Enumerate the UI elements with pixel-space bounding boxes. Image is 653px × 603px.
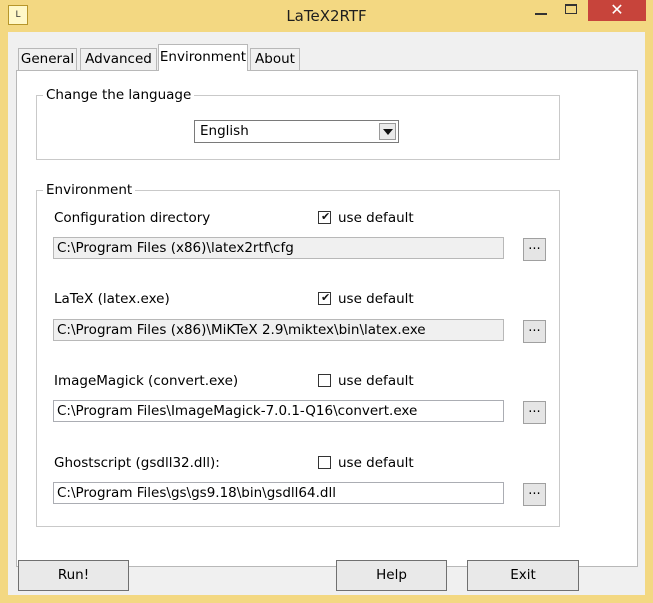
language-group: Change the language English bbox=[36, 87, 560, 160]
config-dir-use-default-checkbox[interactable]: ✔ bbox=[318, 211, 331, 224]
latex-browse-button[interactable]: ... bbox=[523, 320, 546, 343]
imagemagick-use-default-label: use default bbox=[338, 373, 414, 389]
ghostscript-use-default-label: use default bbox=[338, 455, 414, 471]
minimize-icon bbox=[535, 13, 547, 15]
exit-button[interactable]: Exit bbox=[467, 560, 579, 591]
checkmark-icon: ✔ bbox=[321, 291, 331, 304]
imagemagick-browse-button[interactable]: ... bbox=[523, 401, 546, 424]
language-selected-value: English bbox=[200, 123, 249, 139]
environment-group: Environment Configuration directory ✔ us… bbox=[36, 182, 560, 527]
imagemagick-label: ImageMagick (convert.exe) bbox=[54, 373, 239, 389]
config-dir-browse-button[interactable]: ... bbox=[523, 238, 546, 261]
maximize-button[interactable] bbox=[558, 0, 586, 21]
language-group-title: Change the language bbox=[43, 87, 195, 103]
imagemagick-path-field[interactable]: C:\Program Files\ImageMagick-7.0.1-Q16\c… bbox=[53, 400, 504, 422]
environment-panel: Change the language English Environment … bbox=[16, 70, 638, 567]
title-bar[interactable]: L LaTeX2RTF ✕ bbox=[0, 0, 653, 32]
latex-path-field[interactable]: C:\Program Files (x86)\MiKTeX 2.9\miktex… bbox=[53, 319, 504, 341]
tab-advanced[interactable]: Advanced bbox=[80, 48, 157, 70]
chevron-down-icon[interactable] bbox=[379, 123, 396, 140]
checkmark-icon: ✔ bbox=[321, 210, 331, 223]
latex-label: LaTeX (latex.exe) bbox=[54, 291, 170, 307]
latex-use-default-checkbox[interactable]: ✔ bbox=[318, 292, 331, 305]
close-button[interactable]: ✕ bbox=[588, 0, 646, 21]
ghostscript-browse-button[interactable]: ... bbox=[523, 483, 546, 506]
tab-environment[interactable]: Environment bbox=[158, 44, 248, 71]
close-icon: ✕ bbox=[610, 0, 624, 19]
maximize-icon bbox=[565, 4, 577, 14]
minimize-button[interactable] bbox=[524, 0, 558, 21]
ghostscript-path-field[interactable]: C:\Program Files\gs\gs9.18\bin\gsdll64.d… bbox=[53, 482, 504, 504]
imagemagick-use-default-checkbox[interactable] bbox=[318, 374, 331, 387]
config-dir-use-default-label: use default bbox=[338, 210, 414, 226]
ghostscript-use-default-checkbox[interactable] bbox=[318, 456, 331, 469]
config-dir-path-field[interactable]: C:\Program Files (x86)\latex2rtf\cfg bbox=[53, 237, 504, 259]
run-button[interactable]: Run! bbox=[18, 560, 129, 591]
ghostscript-label: Ghostscript (gsdll32.dll): bbox=[54, 455, 220, 471]
tab-about[interactable]: About bbox=[250, 48, 300, 70]
help-button[interactable]: Help bbox=[336, 560, 447, 591]
latex-use-default-label: use default bbox=[338, 291, 414, 307]
app-window: L LaTeX2RTF ✕ General Advanced Environme… bbox=[0, 0, 653, 603]
config-dir-label: Configuration directory bbox=[54, 210, 211, 226]
language-select[interactable]: English bbox=[194, 120, 399, 143]
environment-group-title: Environment bbox=[43, 182, 136, 198]
tab-general[interactable]: General bbox=[18, 48, 77, 70]
dialog-client: General Advanced Environment About Chang… bbox=[8, 32, 645, 595]
